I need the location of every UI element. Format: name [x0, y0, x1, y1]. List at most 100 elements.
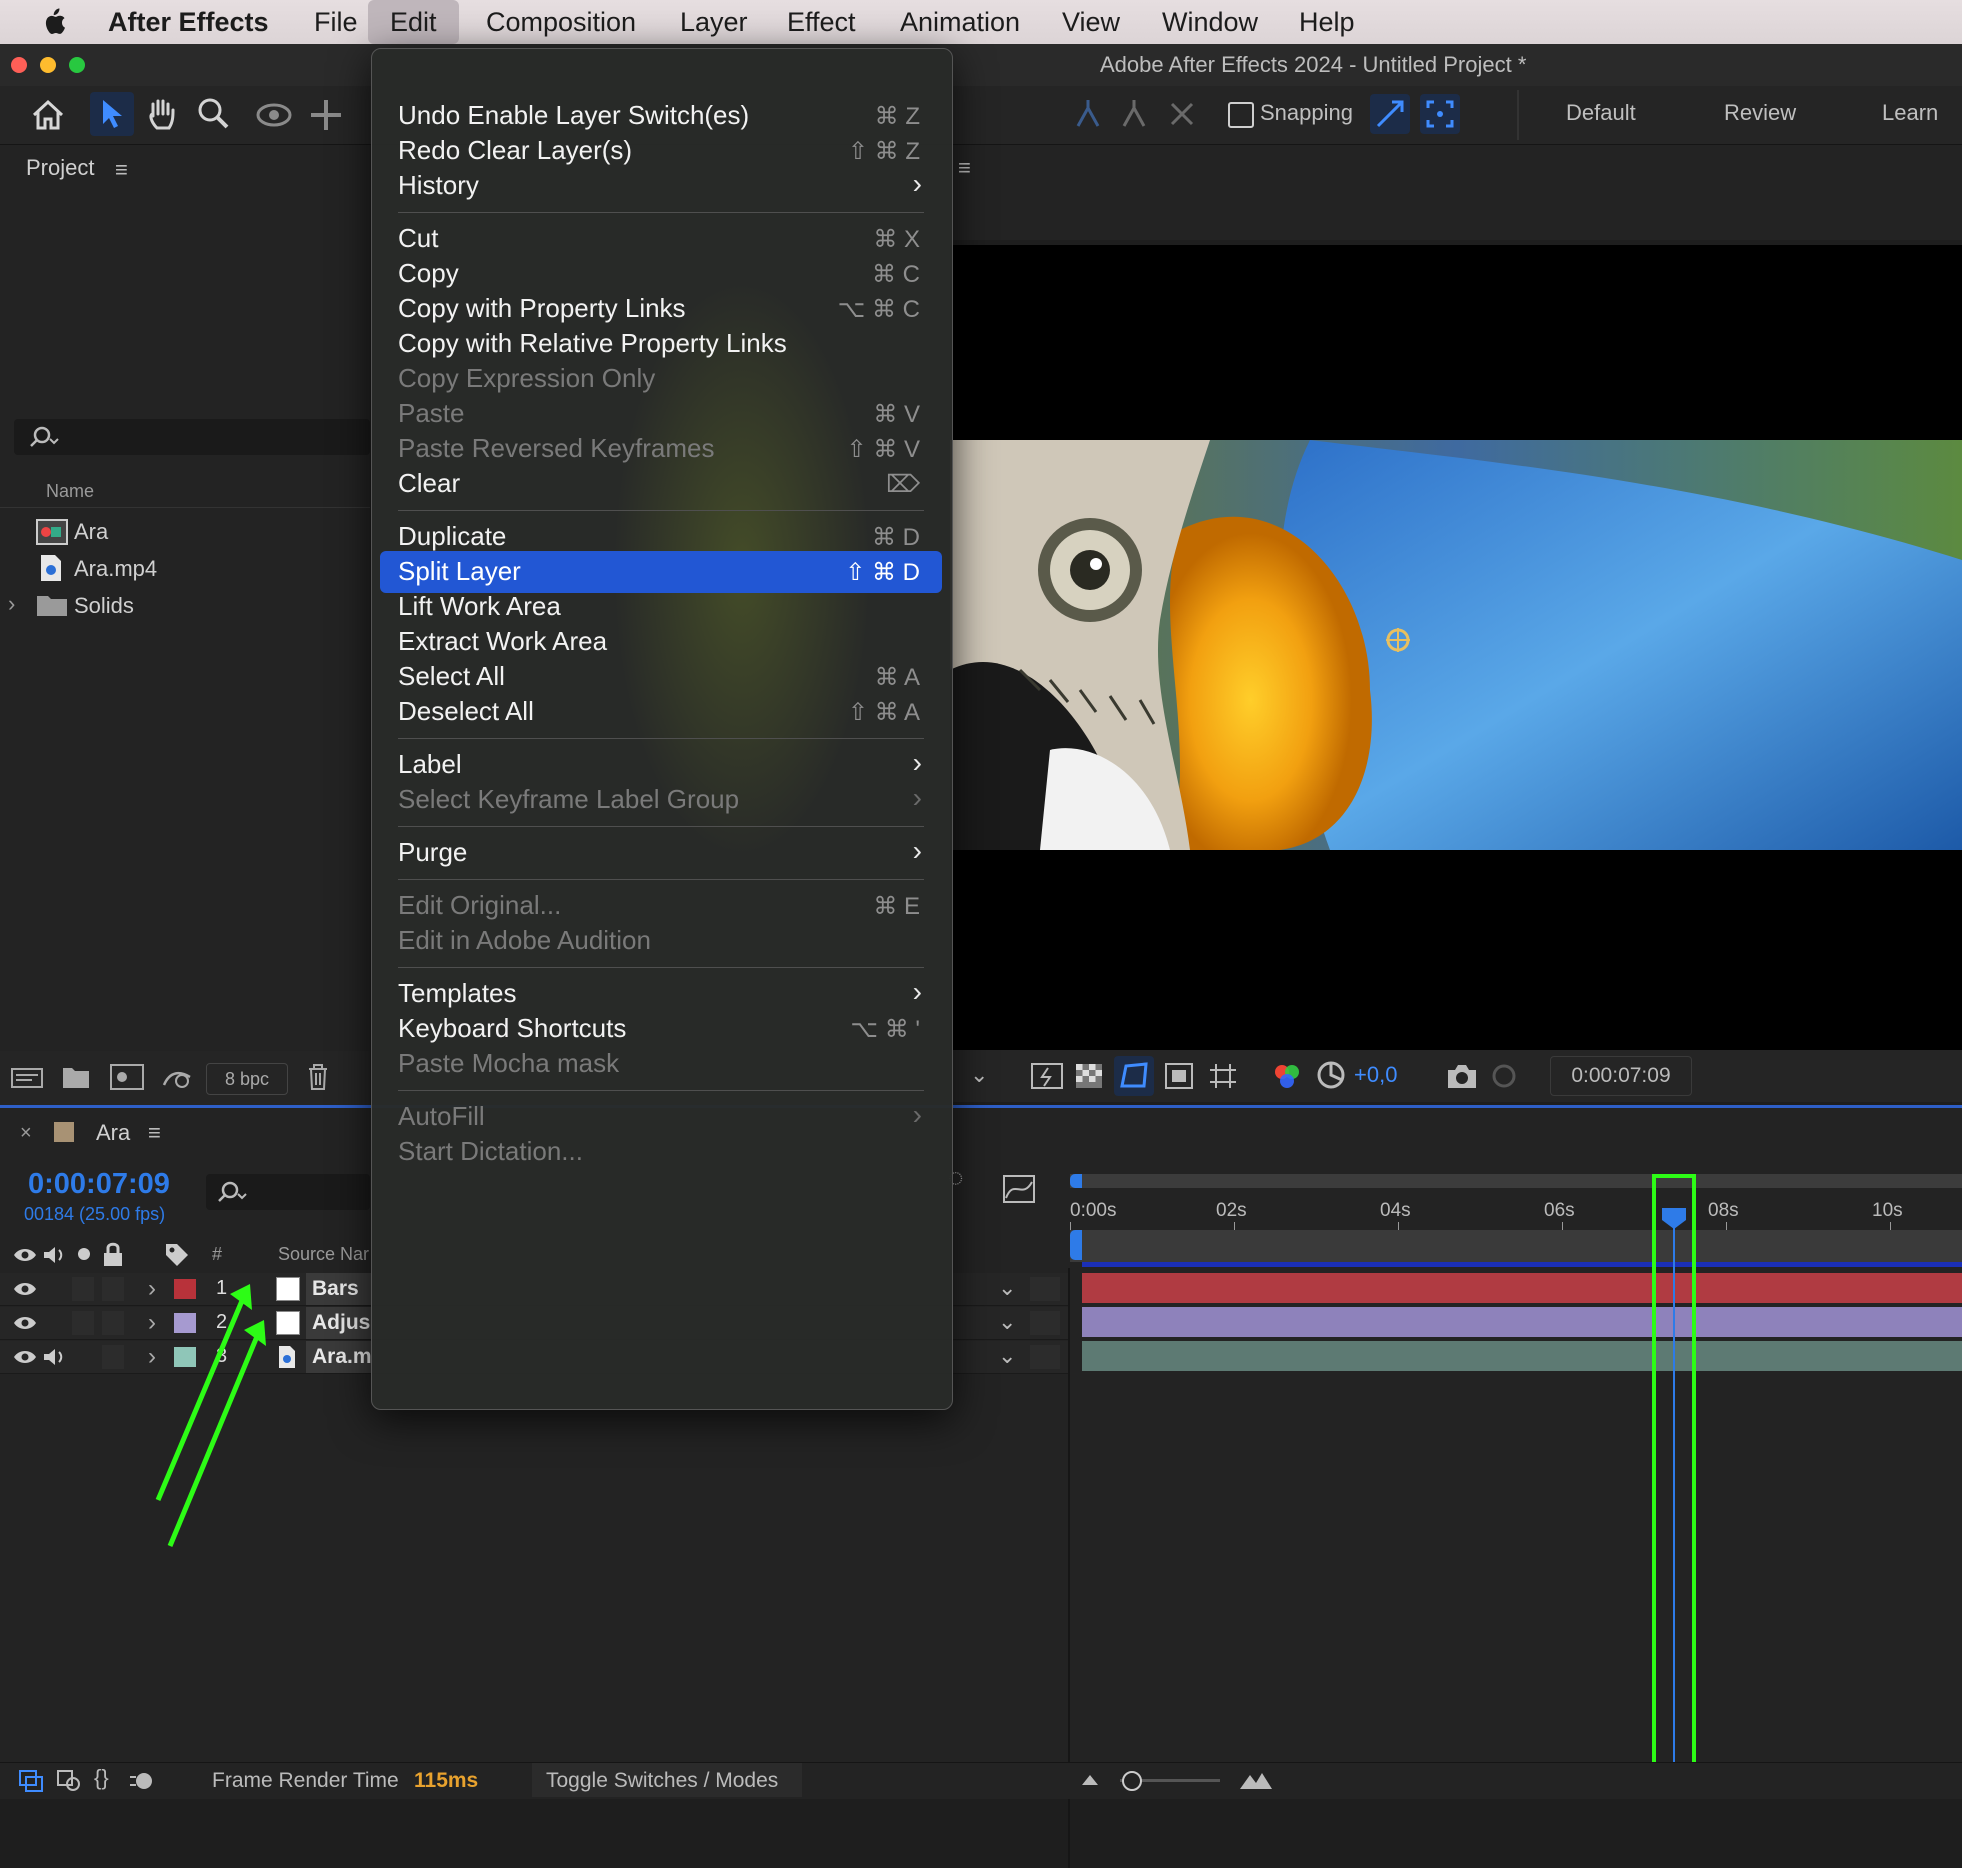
menu-window[interactable]: Window	[1162, 0, 1258, 44]
work-area-bar[interactable]	[1070, 1174, 1962, 1188]
chevron-down-icon[interactable]: ⌄	[998, 1309, 1016, 1335]
project-item[interactable]: › Solids	[0, 587, 370, 623]
solo-icon[interactable]	[78, 1248, 90, 1260]
viewer-timecode[interactable]: 0:00:07:09	[1550, 1056, 1692, 1096]
solo-switch[interactable]	[72, 1277, 94, 1301]
layer-switches-icon[interactable]	[56, 1769, 82, 1793]
solo-switch[interactable]	[72, 1311, 94, 1335]
layer-track-ara-mp4[interactable]	[1082, 1341, 1962, 1371]
axis-mode-icons[interactable]	[1068, 96, 1198, 132]
speaker-icon[interactable]	[42, 1346, 68, 1368]
eye-icon[interactable]	[12, 1348, 38, 1366]
motion-blur-icon[interactable]	[128, 1769, 156, 1793]
workspace-learn[interactable]: Learn	[1882, 100, 1938, 126]
grid-guides-icon[interactable]	[1206, 1060, 1240, 1092]
column-name-header[interactable]: Name	[46, 481, 94, 502]
snap-features-button[interactable]	[1420, 94, 1460, 134]
zoom-window-button[interactable]	[69, 57, 85, 73]
show-snapshot-icon[interactable]	[1488, 1062, 1520, 1090]
project-panel-title[interactable]: Project	[26, 155, 94, 181]
layer-number-header[interactable]: #	[212, 1244, 222, 1265]
timeline-panel-menu-icon[interactable]: ≡	[148, 1120, 161, 1146]
workspace-default[interactable]: Default	[1566, 100, 1636, 126]
region-of-interest-icon[interactable]	[1164, 1062, 1194, 1090]
apple-logo-icon[interactable]	[42, 8, 66, 36]
composition-viewer[interactable]	[950, 245, 1962, 1050]
zoom-tool-icon[interactable]	[196, 96, 230, 132]
selection-tool-button[interactable]	[90, 92, 134, 136]
snap-edges-button[interactable]	[1370, 94, 1410, 134]
current-time-display[interactable]: 0:00:07:09	[28, 1168, 170, 1201]
trash-icon[interactable]	[306, 1063, 330, 1091]
mask-visibility-button[interactable]	[1114, 1056, 1154, 1096]
timeline-search-input[interactable]	[206, 1174, 370, 1210]
parent-pick-whip[interactable]	[1030, 1345, 1060, 1369]
new-composition-icon[interactable]	[110, 1063, 144, 1091]
menu-item-deselect-all[interactable]: Deselect All ⇧ ⌘ A	[380, 691, 942, 733]
layer-name-field[interactable]: Ara.m	[306, 1341, 372, 1373]
chevron-down-icon[interactable]: ⌄	[998, 1275, 1016, 1301]
chevron-down-icon[interactable]: ⌄	[970, 1062, 988, 1088]
audio-icon[interactable]	[42, 1244, 68, 1266]
exposure-value[interactable]: +0,0	[1354, 1062, 1397, 1088]
eye-icon[interactable]	[12, 1280, 38, 1298]
home-icon[interactable]	[30, 98, 66, 132]
layer-track-adjustment[interactable]	[1082, 1307, 1962, 1337]
comp-duration-bar[interactable]	[1070, 1230, 1962, 1262]
graph-editor-icon[interactable]	[1002, 1174, 1036, 1204]
flowchart-icon[interactable]	[160, 1063, 194, 1091]
pan-camera-icon[interactable]	[308, 98, 344, 132]
minimize-window-button[interactable]	[40, 57, 56, 73]
time-ruler[interactable]: 0:00s 02s 04s 06s 08s 10s	[1070, 1188, 1962, 1230]
lock-icon[interactable]	[102, 1242, 124, 1268]
menu-layer[interactable]: Layer	[680, 0, 748, 44]
zoom-out-icon[interactable]	[1078, 1769, 1102, 1791]
bit-depth-button[interactable]: 8 bpc	[206, 1063, 288, 1095]
video-visibility-icon[interactable]	[12, 1246, 38, 1264]
layer-name-field[interactable]: Adjus	[306, 1307, 372, 1339]
source-name-header[interactable]: Source Nar	[278, 1244, 369, 1265]
lock-switch[interactable]	[102, 1345, 124, 1369]
eye-icon[interactable]	[12, 1314, 38, 1332]
project-item[interactable]: Ara.mp4	[0, 550, 370, 586]
expand-chevron-icon[interactable]: ›	[8, 591, 15, 617]
fast-previews-icon[interactable]	[1030, 1062, 1064, 1090]
color-management-icon[interactable]	[1316, 1060, 1346, 1090]
parent-pick-whip[interactable]	[1030, 1311, 1060, 1335]
lock-switch[interactable]	[102, 1311, 124, 1335]
lock-switch[interactable]	[102, 1277, 124, 1301]
interpret-footage-icon[interactable]	[10, 1065, 44, 1091]
close-tab-icon[interactable]: ×	[20, 1122, 32, 1145]
toggle-switches-modes-button[interactable]: Toggle Switches / Modes	[532, 1763, 802, 1797]
workspace-review[interactable]: Review	[1724, 100, 1796, 126]
zoom-in-icon[interactable]	[1238, 1767, 1274, 1793]
menu-edit[interactable]: Edit	[368, 0, 459, 44]
chevron-down-icon[interactable]: ⌄	[998, 1343, 1016, 1369]
layer-track-bars[interactable]	[1082, 1273, 1962, 1303]
channel-icon[interactable]	[1270, 1060, 1304, 1092]
viewer-panel-menu-icon[interactable]: ≡	[958, 155, 971, 181]
app-menu[interactable]: After Effects	[108, 0, 269, 44]
parent-pick-whip[interactable]	[1030, 1277, 1060, 1301]
menu-item-clear[interactable]: Clear ⌦	[380, 463, 942, 505]
project-item[interactable]: Ara	[0, 513, 370, 549]
menu-help[interactable]: Help	[1299, 0, 1355, 44]
menu-effect[interactable]: Effect	[787, 0, 856, 44]
menu-item-history[interactable]: History ›	[380, 165, 942, 207]
project-search-input[interactable]	[14, 419, 370, 455]
hand-tool-icon[interactable]	[145, 96, 179, 132]
transparency-grid-icon[interactable]	[1074, 1062, 1104, 1090]
work-area-start-handle[interactable]	[1070, 1174, 1082, 1188]
comp-render-icon[interactable]	[18, 1769, 44, 1793]
comp-tab-name[interactable]: Ara	[96, 1120, 130, 1146]
menu-item-purge[interactable]: Purge ›	[380, 832, 942, 874]
snapping-checkbox[interactable]	[1228, 102, 1254, 128]
menu-composition[interactable]: Composition	[486, 0, 636, 44]
close-window-button[interactable]	[11, 57, 27, 73]
new-folder-icon[interactable]	[62, 1065, 90, 1089]
panel-menu-icon[interactable]: ≡	[115, 157, 128, 183]
orbit-camera-icon[interactable]	[254, 98, 294, 132]
menu-view[interactable]: View	[1062, 0, 1120, 44]
transfer-controls-icon[interactable]: {}	[94, 1765, 109, 1791]
snapshot-camera-icon[interactable]	[1446, 1062, 1478, 1090]
